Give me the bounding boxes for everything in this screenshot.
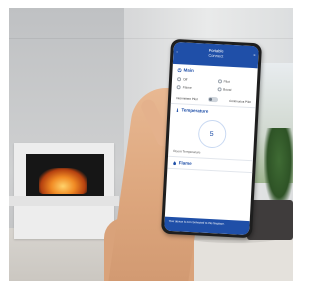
mode-options: Off Pilot Flame Boost [176,77,253,93]
dial-value: 5 [209,130,214,138]
power-icon [177,67,182,72]
mode-option-label: Flame [182,85,192,90]
radio-icon [176,77,182,82]
mode-option-boost[interactable]: Boost [216,87,252,93]
temperature-section: Temperature 5 Room Temperature [167,103,256,162]
mode-option-label: Off [182,77,188,82]
app-header: ‹ Portable Connect ≡ [172,41,259,69]
toggle-left-label: Intermittent Pilot [175,95,198,101]
toggle-right-label: Continuous Pilot [229,98,252,104]
thermometer-icon [175,107,179,112]
room-temperature-label: Room Temperature [173,149,201,155]
flame-icon [173,160,177,165]
temperature-section-title: Temperature [175,107,250,116]
menu-icon[interactable]: ≡ [253,53,255,57]
flame-title-label: Flame [178,160,192,166]
radio-icon [176,85,181,90]
pilot-toggle[interactable] [208,96,219,103]
flame-section-title: Flame [173,160,248,169]
mode-option-off[interactable]: Off [176,77,212,83]
phone-screen: ‹ Portable Connect ≡ Main Off Pilot Flam… [164,41,259,236]
radio-icon [217,79,222,84]
fire-flames [39,168,87,194]
mode-option-pilot[interactable]: Pilot [217,79,252,85]
pilot-toggle-row: Intermittent Pilot Continuous Pilot [176,95,251,104]
fireplace-ledge [9,196,119,206]
connection-banner-text: Your device is not connected to this fir… [168,218,225,226]
temperature-dial[interactable]: 5 [197,119,227,149]
connection-banner: Your device is not connected to this fir… [164,216,250,236]
smartphone: ‹ Portable Connect ≡ Main Off Pilot Flam… [160,38,263,239]
ceiling-line [9,38,293,39]
sofa [247,200,293,240]
main-title-label: Main [183,67,194,73]
mode-option-label: Boost [222,87,232,92]
temperature-title-label: Temperature [181,107,209,114]
product-photo: ‹ Portable Connect ≡ Main Off Pilot Flam… [9,8,293,281]
mode-option-label: Pilot [223,79,231,84]
mode-option-flame[interactable]: Flame [176,85,212,91]
plant [264,128,293,208]
main-section-title: Main [177,67,252,76]
radio-icon [216,87,222,92]
main-section: Main Off Pilot Flame Boost Intermittent … [170,63,258,109]
